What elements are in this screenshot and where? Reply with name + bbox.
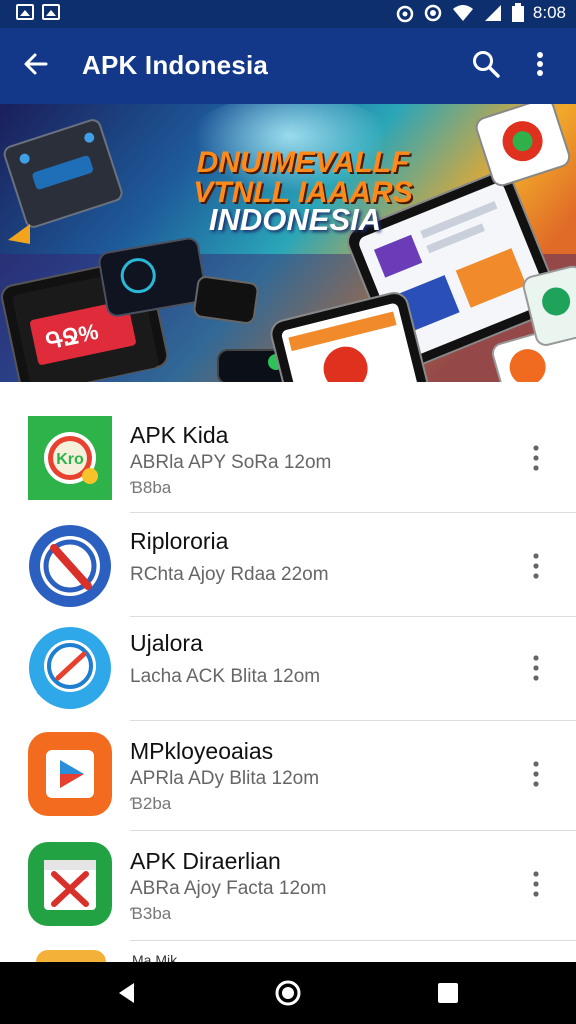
home-nav-icon[interactable]	[274, 979, 302, 1007]
play-app-icon	[28, 732, 112, 816]
more-vert-icon[interactable]	[526, 442, 546, 474]
app-meta: Ɓ2ba	[130, 794, 172, 813]
compass-app-icon	[29, 627, 111, 709]
app-name: Riplororia	[130, 528, 229, 554]
sync-icon	[424, 4, 442, 22]
back-nav-icon[interactable]	[114, 980, 140, 1006]
alarm-icon	[396, 5, 414, 23]
peek-app-icon	[36, 950, 106, 962]
more-vert-icon[interactable]	[526, 868, 546, 900]
recents-nav-icon[interactable]	[436, 981, 460, 1005]
list-item[interactable]: Kro APK Kida ABRla APY SoRa 12om Ɓ8ba	[0, 416, 576, 520]
app-subtitle: APRla ADy Blita 12om	[130, 768, 320, 789]
app-meta: Ɓ3ba	[130, 904, 172, 923]
app-subtitle: Lacha ACK Blita 12om	[130, 666, 321, 687]
wifi-icon	[452, 5, 473, 21]
kro-app-icon: Kro	[28, 416, 112, 500]
app-name: Ujalora	[130, 630, 203, 656]
banner-heading-line-1: DNUIMEVALLF	[196, 146, 410, 179]
status-bar: 8:08	[0, 0, 576, 28]
app-subtitle: ABRa Ajoy Facta 12om	[130, 878, 327, 899]
divider	[130, 616, 576, 617]
search-icon[interactable]	[470, 48, 502, 80]
system-nav-bar	[0, 962, 576, 1024]
more-vert-icon[interactable]	[528, 48, 552, 80]
image-icon	[16, 4, 34, 20]
app-meta: Ɓ8ba	[130, 478, 172, 497]
svg-text:Kro: Kro	[56, 451, 84, 468]
more-vert-icon[interactable]	[526, 758, 546, 790]
no-sign-app-icon	[29, 525, 111, 607]
banner-subheading: INDONESIA	[208, 202, 382, 237]
app-subtitle: ABRla APY SoRa 12om	[130, 452, 332, 473]
status-time: 8:08	[532, 3, 566, 22]
list-item[interactable]: Riplororia RChta Ajoy Rdaa 22om	[0, 524, 576, 628]
banner-heading: DNUIMEVALLF VTNLL IAAARS	[168, 148, 438, 208]
page-title: APK Indonesia	[82, 50, 269, 80]
battery-icon	[511, 3, 524, 22]
app-subtitle: RChta Ajoy Rdaa 22om	[130, 564, 329, 585]
divider	[130, 940, 576, 941]
peek-app-name: Ma Mik...	[132, 952, 189, 962]
divider	[130, 512, 576, 513]
signal-icon	[484, 5, 501, 21]
app-name: MPkloyeoaias	[130, 738, 274, 764]
list-item[interactable]: APK Diraerlian ABRa Ajoy Facta 12om Ɓ3ba	[0, 842, 576, 946]
app-name: APK Diraerlian	[130, 848, 281, 874]
gallery-icon	[42, 4, 60, 20]
more-vert-icon[interactable]	[526, 652, 546, 684]
list-item[interactable]: Ujalora Lacha ACK Blita 12om	[0, 626, 576, 730]
hero-banner[interactable]: ԳՋ% DNUIMEVALLF VTNLL IAAARS INDONESIA	[0, 104, 576, 382]
list-item[interactable]: MPkloyeoaias APRla ADy Blita 12om Ɓ2ba	[0, 732, 576, 836]
app-bar: APK Indonesia	[0, 28, 576, 104]
divider	[130, 720, 576, 721]
cross-box-app-icon	[28, 842, 112, 926]
app-name: APK Kida	[130, 422, 229, 448]
more-vert-icon[interactable]	[526, 550, 546, 582]
divider	[130, 830, 576, 831]
back-arrow-icon[interactable]	[20, 48, 52, 80]
